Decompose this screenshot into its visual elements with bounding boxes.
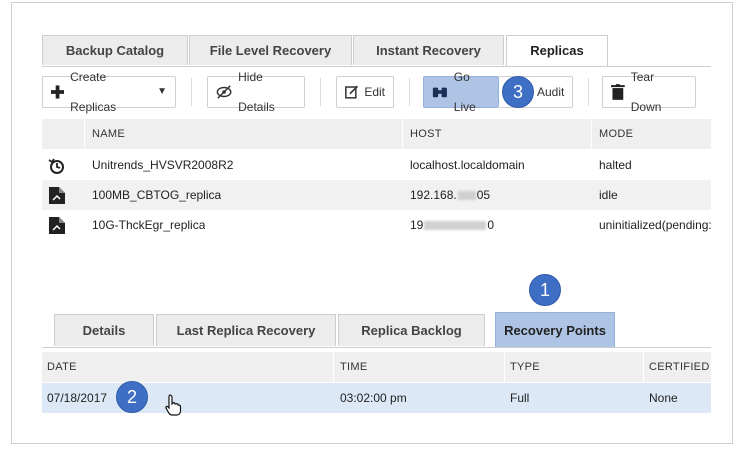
replica-doc-icon bbox=[49, 216, 65, 234]
host-prefix: 19 bbox=[410, 218, 424, 232]
column-time[interactable]: TIME bbox=[340, 352, 367, 382]
go-live-label: Go Live bbox=[453, 70, 476, 114]
column-date[interactable]: DATE bbox=[47, 352, 77, 382]
replica-doc-icon bbox=[49, 186, 65, 204]
plus-icon bbox=[51, 85, 65, 99]
callout-3: 3 bbox=[502, 76, 534, 108]
column-divider bbox=[504, 352, 505, 382]
column-certified[interactable]: CERTIFIED bbox=[649, 352, 710, 382]
replica-host: localhost.localdomain bbox=[410, 158, 525, 172]
callout-1: 1 bbox=[529, 274, 561, 306]
point-date: 07/18/2017 bbox=[47, 391, 108, 405]
replica-mode: halted bbox=[599, 158, 632, 172]
tab-replicas[interactable]: Replicas bbox=[506, 35, 608, 67]
replica-mode: uninitialized(pending: bbox=[599, 218, 711, 232]
host-suffix: 05 bbox=[476, 188, 491, 202]
restore-icon bbox=[48, 156, 66, 174]
audit-label: Audit bbox=[537, 85, 565, 99]
table-row[interactable]: 100MB_CBTOG_replica 192.168. 05 idle bbox=[42, 180, 711, 210]
column-divider bbox=[402, 119, 403, 149]
redacted-host bbox=[457, 191, 476, 201]
callout-2: 2 bbox=[116, 381, 148, 413]
column-host[interactable]: HOST bbox=[410, 119, 442, 149]
table-row[interactable]: Unitrends_HVSVR2008R2 localhost.localdom… bbox=[42, 150, 711, 180]
chevron-down-icon: ▼ bbox=[157, 86, 167, 97]
replica-host: 192.168. 05 bbox=[410, 180, 490, 210]
host-suffix: 0 bbox=[487, 218, 495, 232]
column-divider bbox=[591, 119, 592, 149]
table-row[interactable]: 10G-ThckEgr_replica 19 0 uninitialized(pe… bbox=[42, 210, 711, 240]
edit-button[interactable]: Edit bbox=[336, 76, 394, 108]
toolbar-divider bbox=[191, 78, 192, 106]
eye-slash-icon bbox=[216, 85, 232, 99]
tear-down-button[interactable]: Tear Down bbox=[602, 70, 696, 114]
go-live-button[interactable]: Go Live bbox=[423, 70, 499, 114]
replica-name: 100MB_CBTOG_replica bbox=[92, 188, 222, 202]
column-type[interactable]: TYPE bbox=[510, 352, 540, 382]
toolbar-divider bbox=[320, 78, 321, 106]
tab-instant-recovery[interactable]: Instant Recovery bbox=[353, 35, 504, 65]
column-mode[interactable]: MODE bbox=[599, 119, 633, 149]
hide-details-label: Hide Details bbox=[238, 70, 275, 114]
replica-host: 19 0 bbox=[410, 210, 494, 240]
toolbar-divider bbox=[409, 78, 410, 106]
edit-icon bbox=[345, 85, 359, 99]
tab-file-level-recovery[interactable]: File Level Recovery bbox=[189, 35, 352, 65]
point-certified: None bbox=[649, 391, 678, 405]
hide-details-button[interactable]: Hide Details bbox=[207, 70, 305, 114]
create-replicas-label: Create Replicas bbox=[70, 70, 117, 114]
replica-name: Unitrends_HVSVR2008R2 bbox=[92, 158, 234, 172]
binoculars-icon bbox=[432, 87, 447, 98]
tab-replica-backlog[interactable]: Replica Backlog bbox=[338, 314, 485, 346]
tab-last-replica-recovery[interactable]: Last Replica Recovery bbox=[156, 314, 336, 346]
redacted-host bbox=[424, 221, 487, 231]
column-divider bbox=[84, 119, 85, 149]
replicas-table-header: NAME HOST MODE bbox=[42, 119, 711, 149]
lower-tab-underline bbox=[42, 347, 711, 348]
host-prefix: 192.168. bbox=[410, 188, 457, 202]
column-name[interactable]: NAME bbox=[92, 119, 125, 149]
create-replicas-button[interactable]: Create Replicas ▼ bbox=[42, 70, 176, 114]
tab-backup-catalog[interactable]: Backup Catalog bbox=[42, 35, 188, 65]
edit-label: Edit bbox=[364, 85, 385, 99]
point-type: Full bbox=[510, 391, 530, 405]
replica-name: 10G-ThckEgr_replica bbox=[92, 218, 206, 232]
column-divider bbox=[333, 352, 334, 382]
point-time: 03:02:00 pm bbox=[340, 391, 407, 405]
trash-icon bbox=[611, 84, 625, 100]
hand-cursor-icon bbox=[164, 394, 182, 421]
column-divider bbox=[643, 352, 644, 382]
points-table-header: DATE TIME TYPE CERTIFIED bbox=[42, 352, 711, 382]
tear-down-label: Tear Down bbox=[630, 70, 662, 114]
replica-mode: idle bbox=[599, 188, 618, 202]
tab-details[interactable]: Details bbox=[54, 314, 154, 346]
toolbar-divider bbox=[588, 78, 589, 106]
tab-recovery-points[interactable]: Recovery Points bbox=[495, 312, 615, 348]
